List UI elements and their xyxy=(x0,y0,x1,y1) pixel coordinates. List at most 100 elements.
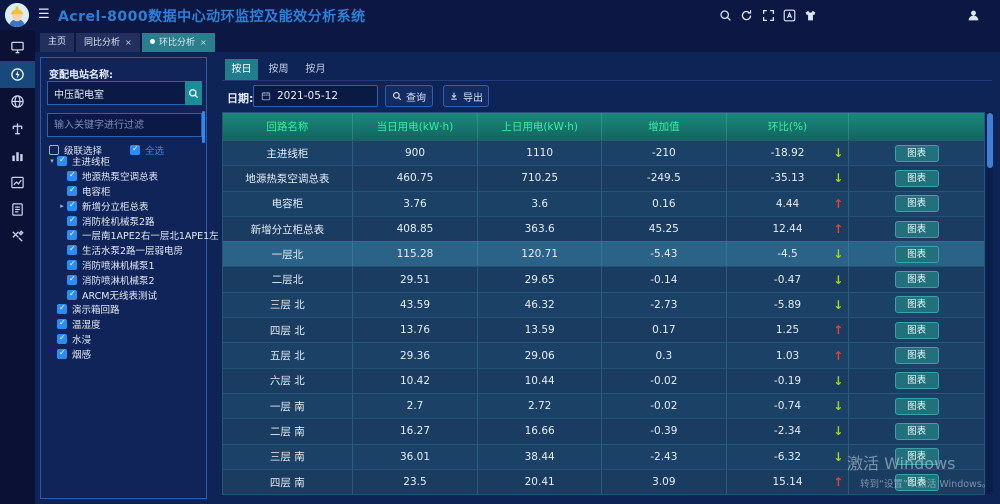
tree-checkbox[interactable] xyxy=(67,260,77,270)
sidebar-item-power-distribution[interactable] xyxy=(0,115,35,142)
column-header: 当日用电(kW·h) xyxy=(353,113,479,140)
tree-item[interactable]: 烟感 xyxy=(41,346,201,361)
avatar[interactable] xyxy=(5,3,29,27)
translate-icon[interactable] xyxy=(783,9,796,22)
station-search-button[interactable] xyxy=(185,81,202,105)
select-all-checkbox[interactable] xyxy=(130,145,140,155)
chart-button[interactable]: 图表 xyxy=(895,221,939,238)
chart-button[interactable]: 图表 xyxy=(895,423,939,440)
table-row[interactable]: 二层 南 16.27 16.66 -0.39 -2.34↓ 图表 xyxy=(223,418,984,443)
cell-yesterday-usage: 120.71 xyxy=(478,242,602,266)
search-icon[interactable] xyxy=(719,9,732,22)
chart-button[interactable]: 图表 xyxy=(895,372,939,389)
tree-checkbox[interactable] xyxy=(67,275,77,285)
tree-item[interactable]: 消防喷淋机械泵1 xyxy=(41,258,201,273)
sidebar-item-trend-chart[interactable] xyxy=(0,169,35,196)
panel-scrollbar[interactable] xyxy=(202,111,205,143)
table-scrollbar[interactable] xyxy=(986,112,993,494)
tab-huanbi[interactable]: 环比分析× xyxy=(142,33,215,52)
tree-checkbox[interactable] xyxy=(67,290,77,300)
sidebar-item-monitor[interactable] xyxy=(0,34,35,61)
table-row[interactable]: 一层北 115.28 120.71 -5.43 -4.5↓ 图表 xyxy=(223,241,984,266)
table-row[interactable]: 四层 南 23.5 20.41 3.09 15.14↑ 图表 xyxy=(223,469,984,494)
cell-circuit-name: 新增分立柜总表 xyxy=(223,217,353,241)
fullscreen-icon[interactable] xyxy=(762,9,775,22)
tab-by-day[interactable]: 按日 xyxy=(225,59,258,80)
close-icon[interactable]: × xyxy=(200,38,207,47)
tree-checkbox[interactable] xyxy=(57,156,67,166)
tree-item[interactable]: 温湿度 xyxy=(41,317,201,332)
tree-checkbox[interactable] xyxy=(67,245,77,255)
refresh-icon[interactable] xyxy=(740,9,753,22)
tree-item[interactable]: ▾主进线柜 xyxy=(41,154,201,169)
chart-button[interactable]: 图表 xyxy=(895,145,939,162)
tree-checkbox[interactable] xyxy=(57,319,67,329)
sidebar-item-report[interactable] xyxy=(0,196,35,223)
sidebar-item-globe[interactable] xyxy=(0,88,35,115)
tree-checkbox[interactable] xyxy=(67,216,77,226)
tree-item[interactable]: 消防喷淋机械泵2 xyxy=(41,272,201,287)
tree-item[interactable]: 地源热泵空调总表 xyxy=(41,169,201,184)
table-row[interactable]: 新增分立柜总表 408.85 363.6 45.25 12.44↑ 图表 xyxy=(223,216,984,241)
table-row[interactable]: 五层 北 29.36 29.06 0.3 1.03↑ 图表 xyxy=(223,342,984,367)
theme-icon[interactable] xyxy=(804,9,817,22)
close-icon[interactable]: × xyxy=(125,38,132,47)
chart-button[interactable]: 图表 xyxy=(895,246,939,263)
export-button[interactable]: 导出 xyxy=(443,85,489,107)
chart-button[interactable]: 图表 xyxy=(895,296,939,313)
tree-item[interactable]: 消防栓机械泵2路 xyxy=(41,213,201,228)
cascade-checkbox[interactable] xyxy=(49,145,59,155)
user-icon[interactable] xyxy=(967,9,980,22)
table-row[interactable]: 三层 南 36.01 38.44 -2.43 -6.32↓ 图表 xyxy=(223,444,984,469)
tree-checkbox[interactable] xyxy=(67,171,77,181)
table-row[interactable]: 三层 北 43.59 46.32 -2.73 -5.89↓ 图表 xyxy=(223,292,984,317)
query-button[interactable]: 查询 xyxy=(385,85,433,107)
tree-item[interactable]: 生活水泵2路一层弱电房 xyxy=(41,243,201,258)
tree-checkbox[interactable] xyxy=(67,201,77,211)
tree-item-label: 烟感 xyxy=(72,347,91,361)
tab-by-month[interactable]: 按月 xyxy=(299,59,332,80)
chart-button[interactable]: 图表 xyxy=(895,195,939,212)
tree-item[interactable]: 电容柜 xyxy=(41,184,201,199)
tree-item[interactable]: 演示箱回路 xyxy=(41,302,201,317)
scrollbar-thumb[interactable] xyxy=(987,113,993,168)
table-row[interactable]: 四层 北 13.76 13.59 0.17 1.25↑ 图表 xyxy=(223,317,984,342)
tree-checkbox[interactable] xyxy=(57,304,67,314)
tree-checkbox[interactable] xyxy=(57,334,67,344)
table-row[interactable]: 二层北 29.51 29.65 -0.14 -0.47↓ 图表 xyxy=(223,266,984,291)
table-row[interactable]: 一层 南 2.7 2.72 -0.02 -0.74↓ 图表 xyxy=(223,393,984,418)
chart-button[interactable]: 图表 xyxy=(895,398,939,415)
tree-filter-input[interactable] xyxy=(47,113,202,137)
chart-button[interactable]: 图表 xyxy=(895,271,939,288)
chart-button[interactable]: 图表 xyxy=(895,474,939,491)
table-row[interactable]: 电容柜 3.76 3.6 0.16 4.44↑ 图表 xyxy=(223,191,984,216)
chart-button[interactable]: 图表 xyxy=(895,347,939,364)
cell-today-usage: 16.27 xyxy=(353,419,479,443)
station-input[interactable] xyxy=(47,81,185,105)
tab-tongbi[interactable]: 同比分析× xyxy=(76,33,140,52)
tree-item[interactable]: 一层南1APE2右一层北1APE1左 xyxy=(41,228,201,243)
tree-checkbox[interactable] xyxy=(67,186,77,196)
tab-home[interactable]: 主页 xyxy=(40,33,74,52)
table-row[interactable]: 主进线柜 900 1110 -210 -18.92↓ 图表 xyxy=(223,140,984,165)
table-row[interactable]: 六层 北 10.42 10.44 -0.02 -0.19↓ 图表 xyxy=(223,368,984,393)
tree-checkbox[interactable] xyxy=(57,349,67,359)
cell-yesterday-usage: 29.65 xyxy=(478,267,602,291)
chart-button[interactable]: 图表 xyxy=(895,322,939,339)
globe-icon xyxy=(10,94,25,109)
sidebar-item-energy-analysis[interactable] xyxy=(0,61,35,88)
tree-expand-icon[interactable]: ▸ xyxy=(57,202,67,210)
tree-item[interactable]: ARCM无线表测试 xyxy=(41,287,201,302)
tree-expand-icon[interactable]: ▾ xyxy=(47,157,57,165)
menu-toggle-icon[interactable]: ☰ xyxy=(38,7,50,22)
sidebar-item-tools[interactable] xyxy=(0,223,35,250)
tree-checkbox[interactable] xyxy=(67,230,77,240)
chart-button[interactable]: 图表 xyxy=(895,170,939,187)
date-picker[interactable]: 2021-05-12 xyxy=(253,85,378,107)
chart-button[interactable]: 图表 xyxy=(895,448,939,465)
table-row[interactable]: 地源热泵空调总表 460.75 710.25 -249.5 -35.13↓ 图表 xyxy=(223,165,984,190)
sidebar-item-bar-chart[interactable] xyxy=(0,142,35,169)
tab-by-week[interactable]: 按周 xyxy=(262,59,295,80)
tree-item[interactable]: 水浸 xyxy=(41,332,201,347)
tree-item[interactable]: ▸新增分立柜总表 xyxy=(41,198,201,213)
